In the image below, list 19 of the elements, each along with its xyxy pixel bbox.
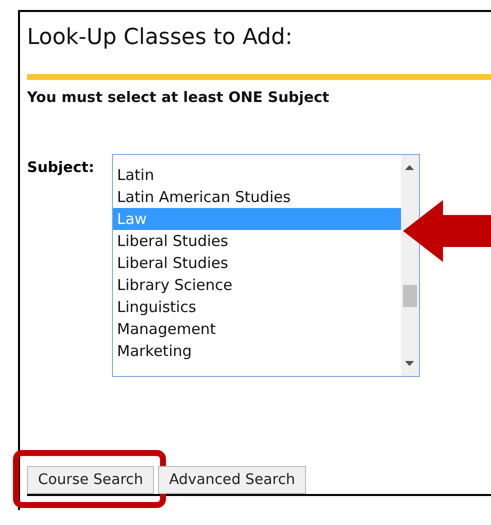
subject-option[interactable]: Liberal Studies	[113, 252, 401, 274]
scroll-down-icon[interactable]	[405, 361, 414, 366]
notice-text: You must select at least ONE Subject	[27, 90, 330, 106]
subject-label: Subject:	[27, 160, 96, 176]
scrollbar-thumb[interactable]	[403, 285, 417, 307]
subject-option[interactable]: Library Science	[113, 274, 401, 296]
subject-option[interactable]: Marketing	[113, 340, 401, 362]
pointer-arrow-icon	[403, 200, 491, 262]
search-button[interactable]: Course Search	[27, 466, 154, 494]
scrollbar[interactable]	[401, 155, 419, 376]
subject-option[interactable]: Latin	[113, 164, 401, 186]
subject-option[interactable]: Liberal Studies	[113, 230, 401, 252]
page-title: Look-Up Classes to Add:	[27, 24, 294, 52]
subject-option[interactable]: Latin American Studies	[113, 186, 401, 208]
subject-listbox[interactable]: Latin Latin American Studies Law Liberal Studies Liberal Studies Library Science Linguistics Management Marketing	[112, 154, 420, 377]
search-button[interactable]: Advanced Search	[158, 466, 306, 494]
subject-option[interactable]: Management	[113, 318, 401, 340]
subject-option[interactable]: Linguistics	[113, 296, 401, 318]
scroll-up-icon[interactable]	[405, 165, 414, 170]
